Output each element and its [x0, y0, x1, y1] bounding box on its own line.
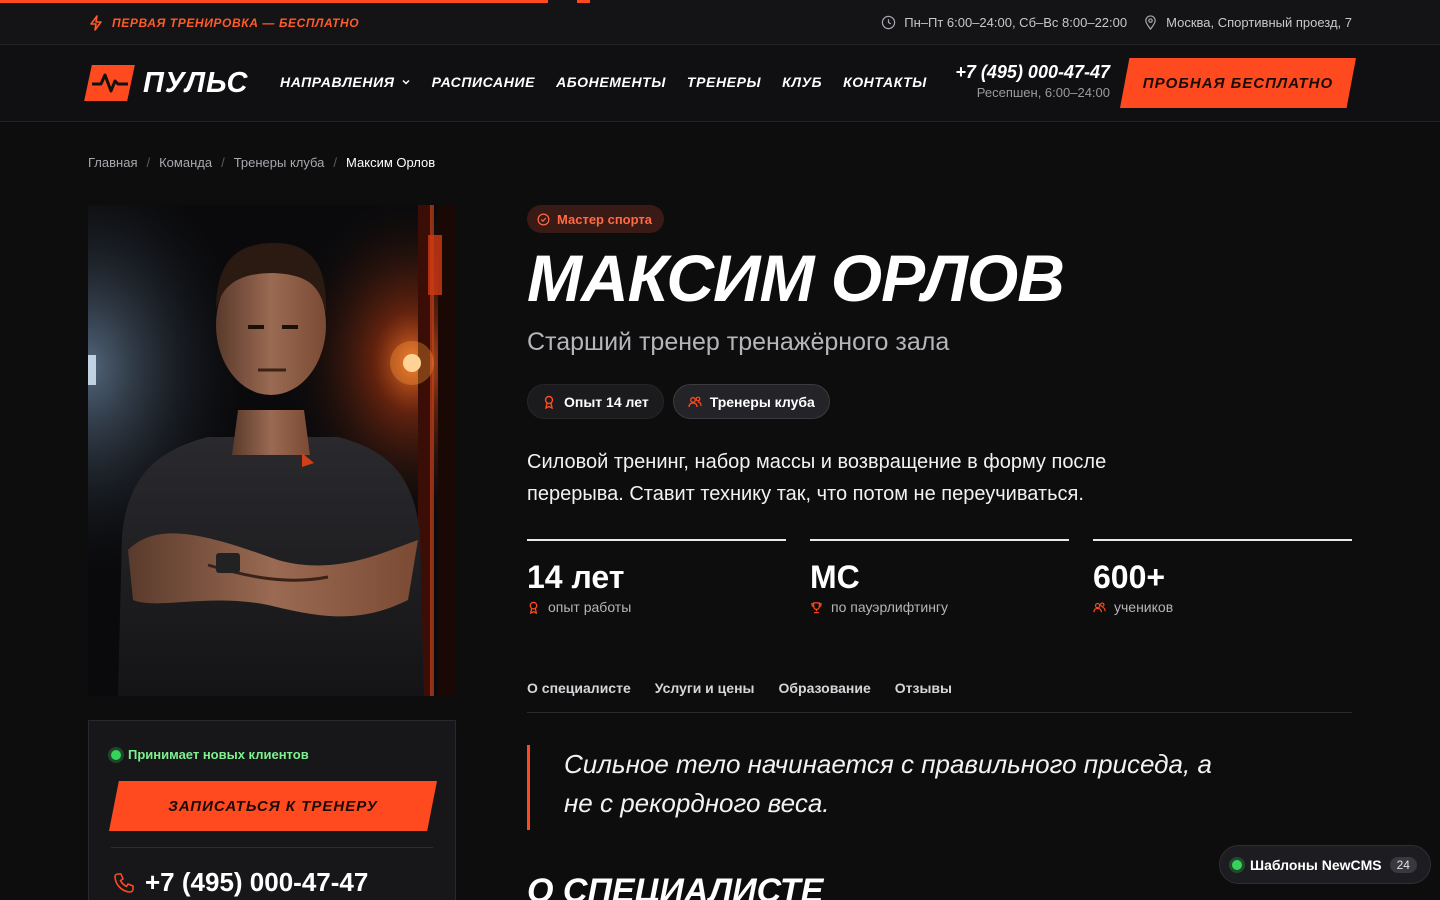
promo-banner[interactable]: Первая тренировка — бесплатно: [88, 15, 359, 31]
stat-title: МС по пауэрлифтингу: [810, 539, 1069, 615]
trainer-description: Силовой тренинг, набор массы и возвращен…: [527, 451, 1107, 505]
users-icon: [688, 396, 702, 407]
medal-icon: [529, 601, 538, 614]
tab-education[interactable]: Образование: [779, 680, 871, 712]
trainer-name: Максим Орлов: [527, 241, 1065, 315]
top-progress-bar: [0, 0, 548, 3]
stat-label: учеников: [1114, 599, 1174, 615]
stat-label: по пауэрлифтингу: [831, 599, 949, 615]
stat-value: 14 лет: [527, 559, 625, 595]
stat-value: 600+: [1093, 559, 1166, 595]
stat-label: опыт работы: [548, 599, 632, 615]
clock-icon: [882, 15, 896, 30]
breadcrumb-current: Максим Орлов: [346, 155, 436, 170]
section-title-about: О специалисте: [527, 872, 824, 900]
stat-experience: 14 лет опыт работы: [527, 539, 786, 615]
booking-card: Принимает новых клиентов Записаться к тр…: [88, 720, 456, 900]
stat-value: МС: [810, 559, 860, 595]
nav-item-memberships[interactable]: Абонементы: [556, 74, 666, 90]
header-phone[interactable]: +7 (495) 000-47-47 Ресепшен, 6:00–24:00: [948, 62, 1110, 100]
widget-count-badge: 24: [1389, 856, 1417, 873]
free-trial-button[interactable]: Пробная бесплатно: [1120, 58, 1356, 108]
stat-clients: 600+ учеников: [1093, 539, 1352, 615]
tab-about[interactable]: О специалисте: [527, 680, 631, 712]
availability-status: Принимает новых клиентов: [111, 747, 309, 762]
nav-item-schedule[interactable]: Расписание: [432, 74, 536, 90]
header-phone-number[interactable]: +7 (495) 000-47-47: [948, 62, 1110, 83]
main-header: ПУЛЬС Направления Расписание Абонементы …: [0, 45, 1440, 122]
trophy-icon: [811, 601, 822, 613]
chevron-down-icon: [402, 79, 410, 85]
stats-row: 14 лет опыт работы МС по пауэрлифтингу 6…: [527, 539, 1352, 615]
promo-text: Первая тренировка — бесплатно: [112, 16, 360, 30]
newcms-widget[interactable]: Шаблоны NewCMS 24: [1219, 845, 1431, 884]
breadcrumb-trainers[interactable]: Тренеры клуба: [234, 155, 325, 170]
nav-item-directions[interactable]: Направления: [280, 74, 411, 90]
booking-phone[interactable]: +7 (495) 000-47-47: [113, 867, 368, 898]
breadcrumb: Главная / Команда / Тренеры клуба / Макс…: [88, 155, 436, 170]
breadcrumb-team[interactable]: Команда: [159, 155, 212, 170]
main-nav: Направления Расписание Абонементы Тренер…: [280, 74, 927, 90]
top-info: Пн–Пт 6:00–24:00, Сб–Вс 8:00–22:00 Москв…: [881, 15, 1352, 30]
profile-chips: Опыт 14 лет Тренеры клуба: [527, 384, 830, 419]
breadcrumb-home[interactable]: Главная: [88, 155, 137, 170]
trainer-photo: [88, 205, 456, 696]
club-address[interactable]: Москва, Спортивный проезд, 7: [1166, 15, 1352, 30]
top-bar: Первая тренировка — бесплатно Пн–Пт 6:00…: [0, 0, 1440, 45]
book-trainer-button[interactable]: Записаться к тренеру: [109, 781, 437, 831]
trainer-quote: Сильное тело начинается с правильного пр…: [527, 745, 1247, 830]
status-dot-icon: [111, 749, 121, 760]
lightning-icon: [90, 15, 102, 31]
working-hours: Пн–Пт 6:00–24:00, Сб–Вс 8:00–22:00: [904, 15, 1128, 30]
profile-tabs: О специалисте Услуги и цены Образование …: [527, 680, 1352, 713]
users-icon: [1093, 601, 1106, 612]
pulse-logo-icon: [84, 65, 135, 101]
experience-chip: Опыт 14 лет: [527, 384, 664, 419]
tab-services[interactable]: Услуги и цены: [655, 680, 755, 712]
logo-text: ПУЛЬС: [143, 66, 249, 99]
medal-icon: [544, 395, 554, 409]
phone-icon: [114, 872, 134, 893]
check-circle-icon: [537, 213, 550, 225]
team-link-chip[interactable]: Тренеры клуба: [672, 384, 830, 419]
nav-item-trainers[interactable]: Тренеры: [687, 74, 761, 90]
online-dot-icon: [1232, 859, 1242, 870]
nav-item-contacts[interactable]: Контакты: [843, 74, 927, 90]
nav-item-club[interactable]: Клуб: [782, 74, 822, 90]
card-divider: [111, 847, 433, 848]
trainer-role: Старший тренер тренажёрного зала: [527, 328, 950, 356]
map-pin-icon: [1145, 15, 1156, 30]
widget-label: Шаблоны NewCMS: [1250, 856, 1382, 873]
booking-phone-number[interactable]: +7 (495) 000-47-47: [145, 867, 368, 898]
title-badge: Мастер спорта: [527, 205, 664, 233]
top-progress-marker: [577, 0, 590, 3]
logo[interactable]: ПУЛЬС: [84, 65, 249, 101]
header-phone-caption: Ресепшен, 6:00–24:00: [976, 85, 1110, 100]
tab-reviews[interactable]: Отзывы: [895, 680, 952, 712]
